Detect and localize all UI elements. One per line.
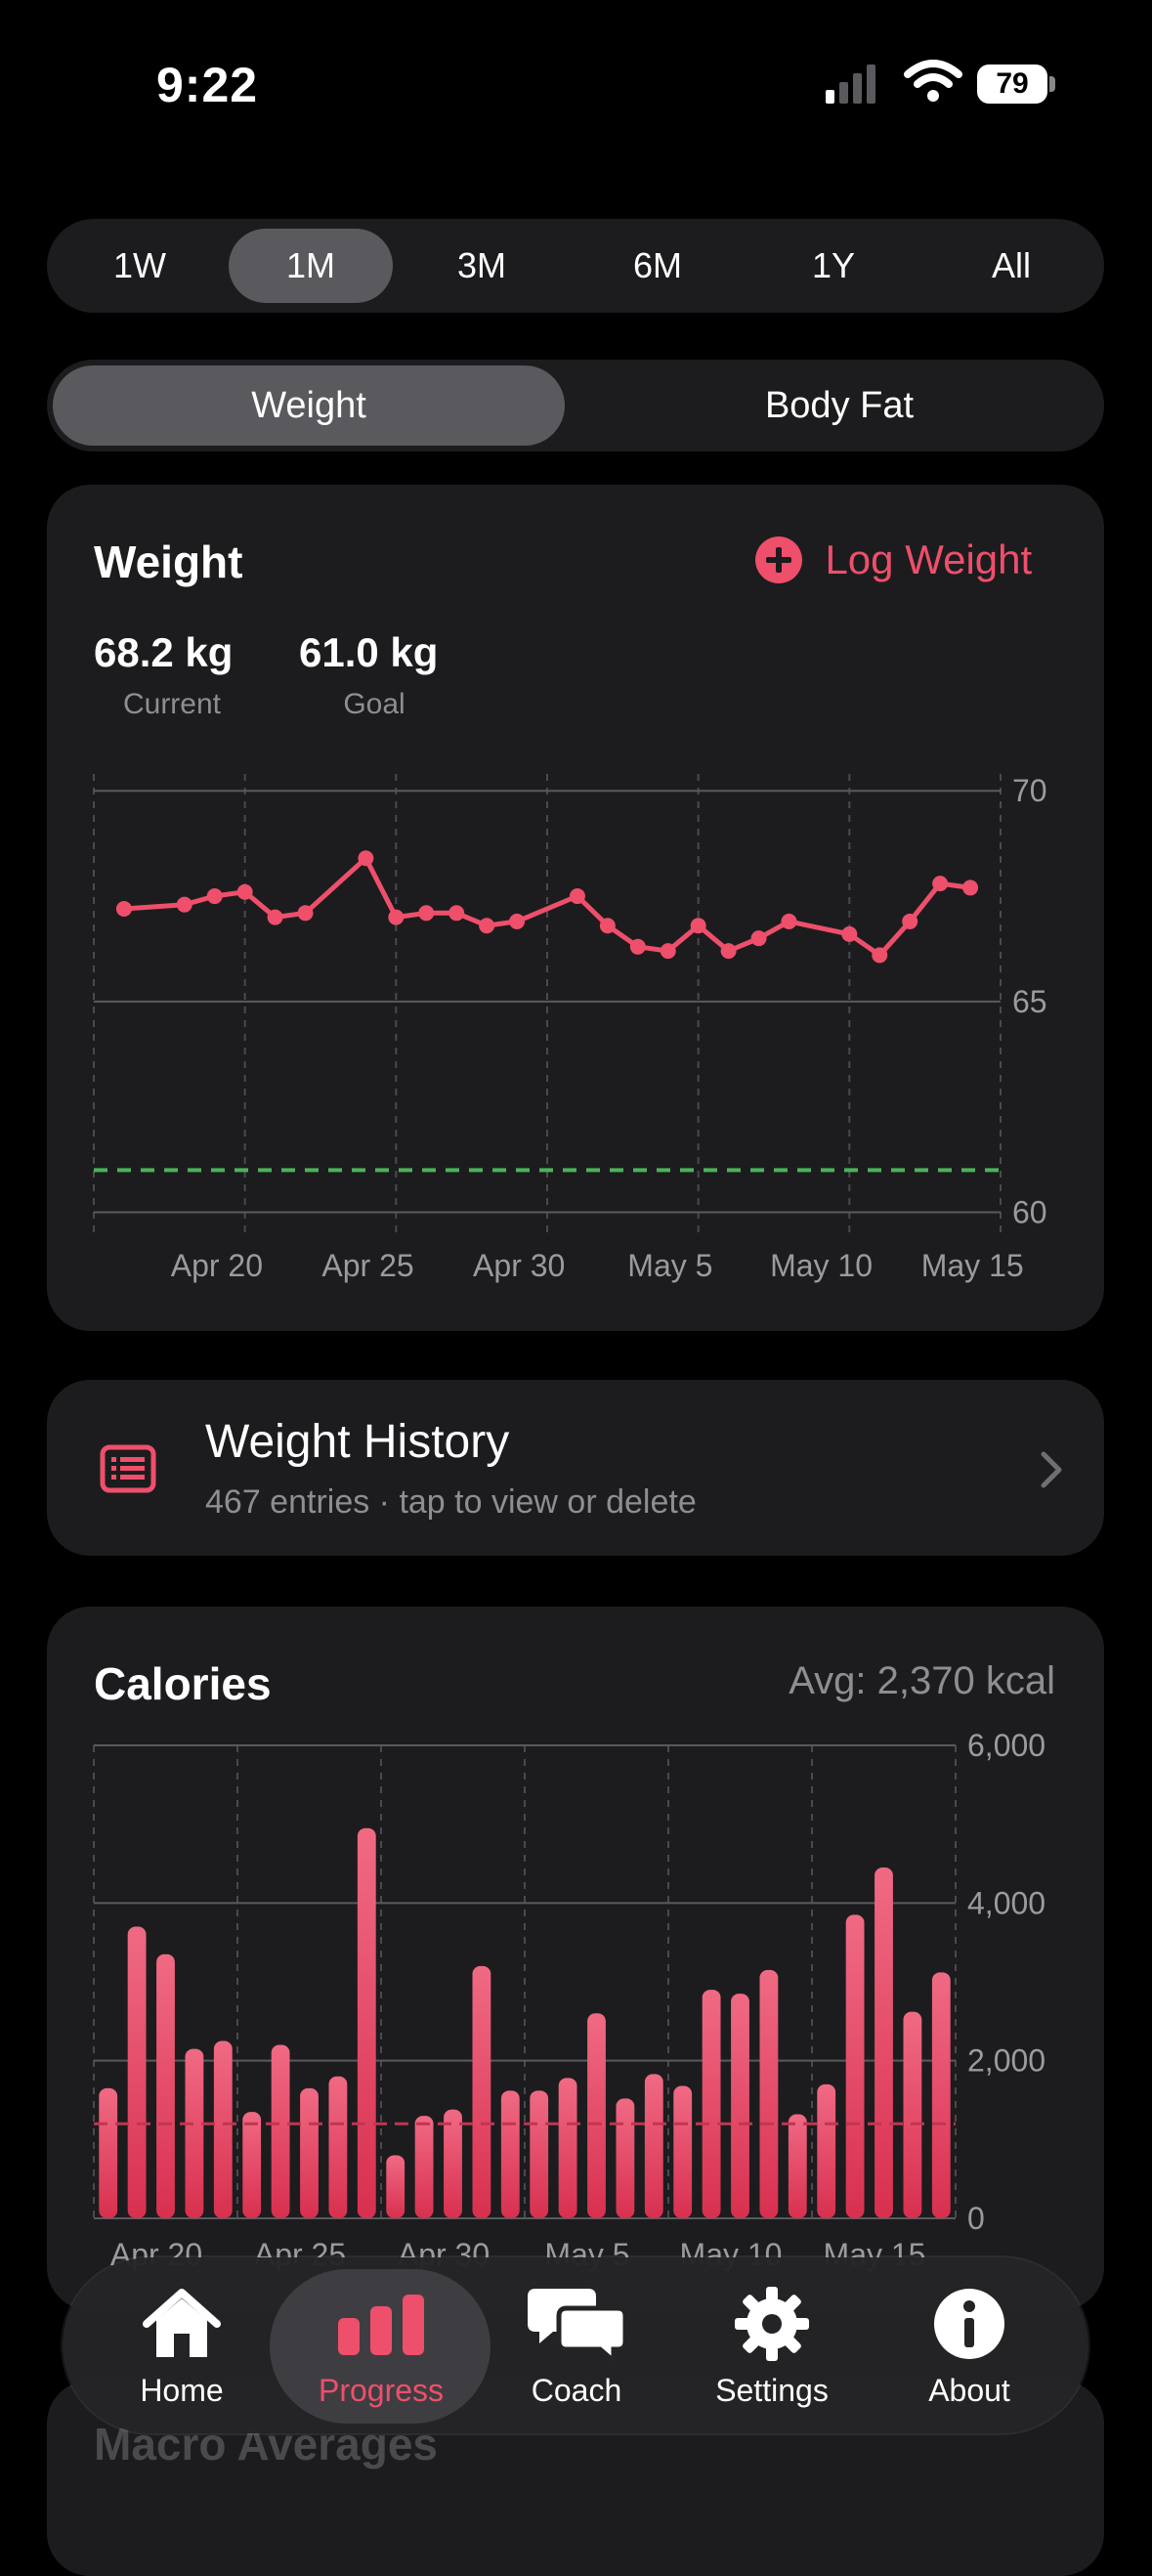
chat-bubbles-icon	[528, 2289, 625, 2367]
calories-y-tick-label: 2,000	[967, 2043, 1045, 2079]
calories-chart: 6,0004,0002,0000Apr 20 Apr 25 Apr 30 May 5M…	[93, 1728, 1045, 2272]
info-icon	[934, 2289, 1004, 2359]
calories-bar	[242, 2112, 262, 2218]
tab-home[interactable]: Home	[94, 2257, 270, 2433]
calories-bar	[616, 2098, 635, 2218]
calories-bar	[472, 1965, 491, 2218]
calories-bar	[213, 2040, 233, 2218]
tab-settings-label: Settings	[715, 2373, 829, 2408]
gear-icon	[735, 2287, 809, 2361]
calories-bar	[156, 1953, 175, 2218]
calories-bar	[386, 2155, 405, 2218]
calories-bar	[328, 2076, 348, 2218]
calories-bar	[731, 1994, 749, 2218]
calories-bar	[127, 1926, 147, 2218]
calories-y-tick-label: 6,000	[967, 1728, 1045, 1763]
calories-bar	[300, 2087, 319, 2218]
calories-bar	[702, 1990, 721, 2218]
calories-bar	[444, 2109, 462, 2218]
calories-bar	[931, 1972, 951, 2218]
calories-bar	[530, 2090, 549, 2218]
calories-bar	[673, 2085, 693, 2218]
tab-coach-label: Coach	[531, 2373, 622, 2408]
tab-about-label: About	[928, 2373, 1010, 2408]
calories-bar	[788, 2114, 807, 2218]
calories-bar	[185, 2048, 204, 2218]
tab-coach[interactable]: Coach	[489, 2257, 664, 2433]
calories-y-tick-label: 0	[967, 2201, 985, 2236]
calories-bar	[414, 2116, 434, 2218]
calories-bar	[875, 1868, 893, 2218]
calories-bar	[817, 2083, 836, 2218]
tab-home-label: Home	[140, 2373, 224, 2408]
tab-settings[interactable]: Settings	[684, 2257, 860, 2433]
calories-bar	[271, 2044, 290, 2218]
calories-y-tick-label: 4,000	[967, 1885, 1045, 1920]
bar-chart-icon	[338, 2295, 424, 2355]
calories-bar	[587, 2013, 606, 2218]
calories-bar	[558, 2078, 577, 2218]
tab-about[interactable]: About	[881, 2257, 1057, 2433]
calories-bar	[903, 2011, 922, 2218]
calories-bar	[644, 2074, 663, 2218]
calories-bar	[99, 2087, 118, 2218]
calories-bar	[759, 1969, 779, 2218]
calories-bar	[357, 1827, 376, 2218]
tab-progress-label: Progress	[318, 2373, 445, 2408]
home-icon	[143, 2289, 221, 2357]
tab-progress[interactable]: Progress	[293, 2257, 469, 2433]
calories-bar	[500, 2090, 520, 2218]
calories-bar	[845, 1914, 865, 2218]
